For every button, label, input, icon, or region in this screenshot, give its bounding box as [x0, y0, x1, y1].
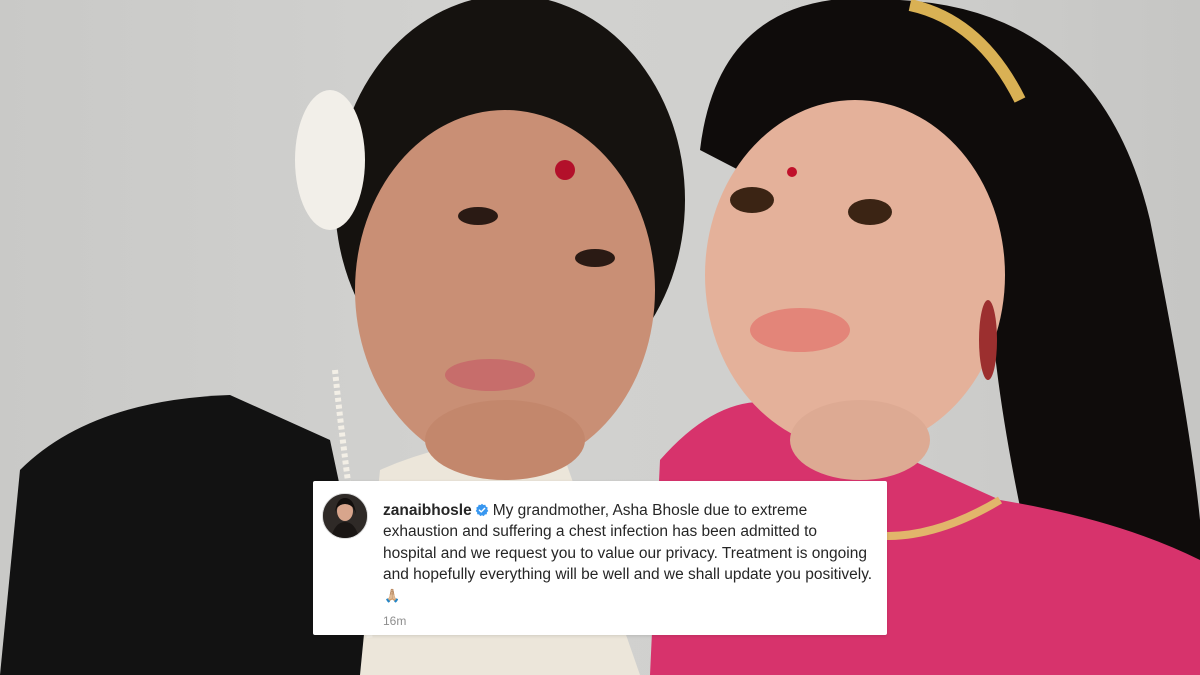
- caption-text: zanaibhosle My grandmother, Asha Bhosle …: [383, 500, 873, 606]
- right-person-lips: [750, 308, 850, 352]
- hair-flower: [295, 90, 365, 230]
- profile-avatar[interactable]: [322, 493, 368, 539]
- bindi: [555, 160, 575, 180]
- left-person-neck: [425, 400, 585, 480]
- verified-badge-icon: [475, 503, 489, 517]
- right-person-right-eye: [848, 199, 892, 225]
- avatar-image: [323, 494, 367, 538]
- earring: [979, 300, 997, 380]
- right-eye: [575, 249, 615, 267]
- post-timestamp[interactable]: 16m: [383, 614, 406, 628]
- pray-emoji-icon: 🙏🏼: [384, 588, 401, 604]
- right-person-left-eye: [730, 187, 774, 213]
- left-eye: [458, 207, 498, 225]
- right-person-face: [705, 100, 1005, 450]
- lips: [445, 359, 535, 391]
- right-person-neck: [790, 400, 930, 480]
- username-link[interactable]: zanaibhosle: [383, 502, 472, 519]
- small-bindi: [787, 167, 797, 177]
